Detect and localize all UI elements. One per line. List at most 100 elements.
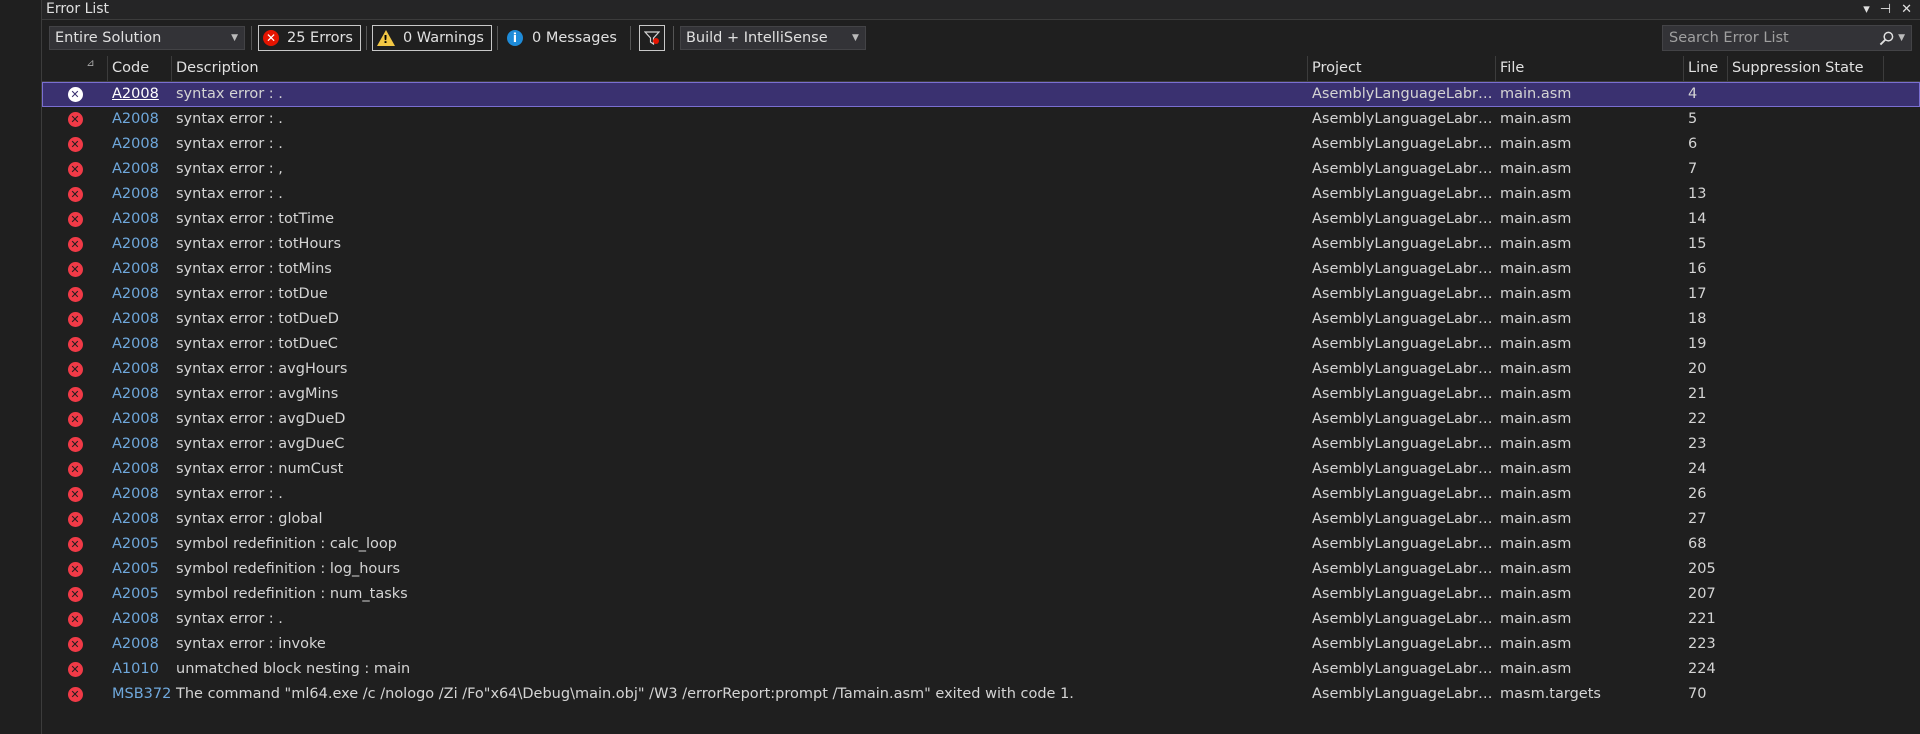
error-code-link[interactable]: A2008 — [108, 132, 172, 157]
error-code-link[interactable]: A2008 — [108, 82, 172, 107]
error-icon: ✕ — [67, 612, 83, 627]
table-row[interactable]: ✕ A2008 syntax error : numCust AsemblyLangu… — [42, 457, 1920, 482]
error-code-link[interactable]: A2008 — [108, 257, 172, 282]
error-line: 24 — [1688, 461, 1707, 477]
window-menu-icon[interactable]: ▾ — [1863, 0, 1870, 19]
toolbar-separator — [629, 26, 631, 50]
messages-toggle-button[interactable]: i 0 Messages — [503, 25, 624, 51]
table-row[interactable]: ✕ A2008 syntax error : avgHours AsemblyLang… — [42, 357, 1920, 382]
error-file: main.asm — [1500, 261, 1572, 277]
error-code-link[interactable]: A2008 — [108, 107, 172, 132]
table-row[interactable]: ✕ A2008 syntax error : totTime AsemblyLangu… — [42, 207, 1920, 232]
pin-icon[interactable]: ⊣ — [1880, 0, 1891, 19]
error-project: AsemblyLanguageLabrato... — [1312, 486, 1496, 502]
error-icon: ✕ — [67, 112, 83, 127]
error-code-link[interactable]: A1010 — [108, 657, 172, 682]
error-code-link[interactable]: A2008 — [108, 507, 172, 532]
column-header-description[interactable]: Description — [172, 56, 1308, 81]
search-icon[interactable] — [1879, 31, 1894, 46]
table-row[interactable]: ✕ A2008 syntax error : . AsemblyLanguageLab… — [42, 132, 1920, 157]
search-box[interactable]: Search Error List ▼ — [1662, 25, 1912, 51]
filter-button[interactable] — [638, 25, 665, 51]
table-row[interactable]: ✕ A2008 syntax error : invoke AsemblyLangua… — [42, 632, 1920, 657]
table-row[interactable]: ✕ A2008 syntax error : totDueC AsemblyLangu… — [42, 332, 1920, 357]
error-code-link[interactable]: A2008 — [108, 282, 172, 307]
error-code-link[interactable]: A2008 — [108, 157, 172, 182]
error-code-link[interactable]: A2005 — [108, 557, 172, 582]
title-controls: ▾ ⊣ ✕ — [1863, 0, 1912, 19]
column-header-project[interactable]: Project — [1308, 56, 1496, 81]
error-code-link[interactable]: MSB3721 — [108, 682, 172, 707]
error-code-link[interactable]: A2008 — [108, 632, 172, 657]
column-header-line[interactable]: Line — [1684, 56, 1728, 81]
error-code-link[interactable]: A2008 — [108, 307, 172, 332]
error-list-window: Error List ▾ ⊣ ✕ Entire Solution ▼ ✕ 25 … — [41, 0, 1920, 734]
error-suppression-state — [1728, 357, 1884, 382]
table-row[interactable]: ✕ A2008 syntax error : totDue AsemblyLangua… — [42, 282, 1920, 307]
error-code-link[interactable]: A2008 — [108, 182, 172, 207]
errors-count-label: 25 Errors — [287, 30, 353, 46]
close-icon[interactable]: ✕ — [1901, 0, 1912, 19]
error-description: unmatched block nesting : main — [176, 661, 411, 677]
column-header-suppression-state[interactable]: Suppression State — [1728, 56, 1884, 81]
error-suppression-state — [1728, 107, 1884, 132]
errors-toggle-button[interactable]: ✕ 25 Errors — [258, 25, 361, 51]
error-project: AsemblyLanguageLabrato... — [1312, 436, 1496, 452]
table-row[interactable]: ✕ A1010 unmatched block nesting : main Asem… — [42, 657, 1920, 682]
error-code-link[interactable]: A2005 — [108, 532, 172, 557]
error-code-link[interactable]: A2008 — [108, 432, 172, 457]
error-code-link[interactable]: A2008 — [108, 607, 172, 632]
row-category: ✕ — [42, 457, 108, 482]
error-code-link[interactable]: A2005 — [108, 582, 172, 607]
table-row[interactable]: ✕ A2008 syntax error : totHours AsemblyLang… — [42, 232, 1920, 257]
error-code-link[interactable]: A2008 — [108, 207, 172, 232]
table-row[interactable]: ✕ A2008 syntax error : totDueD AsemblyLangu… — [42, 307, 1920, 332]
column-header-code[interactable]: Code — [108, 56, 172, 81]
search-input[interactable]: Search Error List — [1669, 30, 1789, 46]
table-row[interactable]: ✕ A2008 syntax error : avgDueD AsemblyLangu… — [42, 407, 1920, 432]
error-icon: ✕ — [67, 262, 83, 277]
error-description: syntax error : totDueD — [176, 311, 339, 327]
table-row[interactable]: ✕ A2005 symbol redefinition : log_hours Ase… — [42, 557, 1920, 582]
table-row[interactable]: ✕ A2008 syntax error : avgDueC AsemblyLangu… — [42, 432, 1920, 457]
chevron-down-icon[interactable]: ▼ — [1898, 33, 1905, 43]
build-filter-dropdown[interactable]: Build + IntelliSense ▼ — [679, 26, 866, 50]
error-code-link[interactable]: A2008 — [108, 407, 172, 432]
error-line: 22 — [1688, 411, 1707, 427]
table-row[interactable]: ✕ A2008 syntax error : . AsemblyLanguageLab… — [42, 482, 1920, 507]
table-row[interactable]: ✕ A2008 syntax error : , AsemblyLanguageLab… — [42, 157, 1920, 182]
warnings-toggle-button[interactable]: ! 0 Warnings — [371, 25, 492, 51]
error-description: syntax error : . — [176, 186, 283, 202]
error-suppression-state — [1728, 307, 1884, 332]
table-row[interactable]: ✕ A2008 syntax error : avgMins AsemblyLangu… — [42, 382, 1920, 407]
error-code-link[interactable]: A2008 — [108, 482, 172, 507]
error-icon: ✕ — [67, 287, 83, 302]
table-row[interactable]: ✕ A2008 syntax error : . AsemblyLanguageLab… — [42, 607, 1920, 632]
table-row[interactable]: ✕ A2005 symbol redefinition : calc_loop Ase… — [42, 532, 1920, 557]
error-project: AsemblyLanguageLabrato... — [1312, 111, 1496, 127]
error-code-link[interactable]: A2008 — [108, 382, 172, 407]
messages-count-label: 0 Messages — [531, 30, 617, 46]
error-code-link[interactable]: A2008 — [108, 457, 172, 482]
error-code-link[interactable]: A2008 — [108, 332, 172, 357]
error-project: AsemblyLanguageLabrato... — [1312, 311, 1496, 327]
table-row[interactable]: ✕ A2008 syntax error : global AsemblyLangua… — [42, 507, 1920, 532]
table-row[interactable]: ✕ MSB3721The command "ml64.exe /c /nologo… — [42, 682, 1920, 707]
column-header-category[interactable]: ⊿ — [42, 56, 108, 81]
row-category: ✕ — [42, 507, 108, 532]
table-header: ⊿ Code Description Project File Line Sup… — [42, 56, 1920, 82]
table-row[interactable]: ✕ A2008 syntax error : . AsemblyLanguageLab… — [42, 182, 1920, 207]
error-code-link[interactable]: A2008 — [108, 357, 172, 382]
table-row[interactable]: ✕ A2008 syntax error : totMins AsemblyLangu… — [42, 257, 1920, 282]
table-row[interactable]: ✕ A2005 symbol redefinition : num_tasks Ase… — [42, 582, 1920, 607]
scope-dropdown[interactable]: Entire Solution ▼ — [49, 26, 245, 50]
table-row[interactable]: ✕ A2008 syntax error : . AsemblyLanguageLab… — [42, 107, 1920, 132]
error-line: 20 — [1688, 361, 1707, 377]
column-header-file[interactable]: File — [1496, 56, 1684, 81]
error-suppression-state — [1728, 407, 1884, 432]
table-row[interactable]: ✕ A2008 syntax error : . AsemblyLanguageLab… — [42, 82, 1920, 107]
error-suppression-state — [1728, 132, 1884, 157]
error-code-link[interactable]: A2008 — [108, 232, 172, 257]
toolbar-separator — [365, 26, 367, 50]
error-description: syntax error : , — [176, 161, 283, 177]
